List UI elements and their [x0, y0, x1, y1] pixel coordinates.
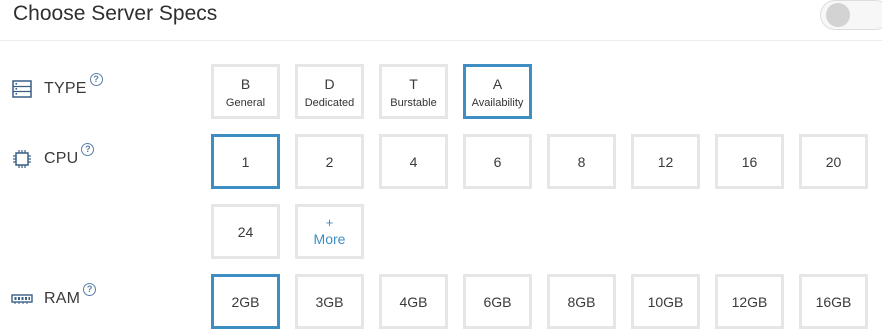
type-option-burstable[interactable]: T Burstable — [379, 64, 448, 119]
section-header: Choose Server Specs — [0, 0, 882, 41]
cpu-option-value: 6 — [493, 153, 502, 170]
type-row-label: TYPE ? — [11, 73, 103, 99]
cpu-option[interactable]: 16 — [715, 134, 784, 189]
ram-option[interactable]: 16GB — [799, 274, 868, 329]
cpu-option[interactable]: 2 — [295, 134, 364, 189]
spec-toggle[interactable] — [820, 0, 882, 30]
ram-option[interactable]: 4GB — [379, 274, 448, 329]
type-option-name: Availability — [471, 96, 524, 109]
ram-label: RAM — [44, 290, 81, 307]
cpu-label: CPU — [44, 150, 79, 167]
ram-option[interactable]: 12GB — [715, 274, 784, 329]
type-option-general[interactable]: B General — [211, 64, 280, 119]
cpu-option[interactable]: 1 — [211, 134, 280, 189]
cpu-option[interactable]: 4 — [379, 134, 448, 189]
ram-option-value: 4GB — [399, 293, 428, 310]
cpu-row-label: CPU ? — [11, 143, 95, 169]
page-title: Choose Server Specs — [13, 2, 218, 25]
ram-option-value: 2GB — [231, 293, 260, 310]
type-label: TYPE — [44, 80, 87, 97]
ram-option-value: 6GB — [483, 293, 512, 310]
ram-option[interactable]: 10GB — [631, 274, 700, 329]
cpu-option-value: 12 — [657, 153, 674, 170]
memory-icon — [11, 289, 33, 309]
cpu-option-value: 2 — [325, 153, 334, 170]
cpu-option[interactable]: 6 — [463, 134, 532, 189]
type-option-letter: T — [409, 75, 418, 92]
cpu-option[interactable]: 24 — [211, 204, 280, 259]
cpu-chip-icon — [11, 149, 33, 169]
cpu-option-value: 24 — [237, 223, 254, 240]
ram-option-value: 3GB — [315, 293, 344, 310]
cpu-option-value: 20 — [825, 153, 842, 170]
type-option-dedicated[interactable]: D Dedicated — [295, 64, 364, 119]
ram-option[interactable]: 2GB — [211, 274, 280, 329]
help-circle-icon[interactable]: ? — [81, 143, 95, 156]
ram-option[interactable]: 6GB — [463, 274, 532, 329]
cpu-option[interactable]: 12 — [631, 134, 700, 189]
ram-option-value: 8GB — [567, 293, 596, 310]
help-circle-icon[interactable]: ? — [89, 73, 103, 86]
toggle-knob — [826, 3, 850, 27]
ram-option[interactable]: 8GB — [547, 274, 616, 329]
plus-icon: + — [325, 215, 334, 230]
ram-option-value: 16GB — [815, 293, 852, 310]
ram-option[interactable]: 3GB — [295, 274, 364, 329]
type-option-letter: B — [240, 75, 251, 92]
type-option-availability[interactable]: A Availability — [463, 64, 532, 119]
type-option-name: Dedicated — [304, 96, 355, 109]
cpu-option[interactable]: 8 — [547, 134, 616, 189]
cpu-option-value: 8 — [577, 153, 586, 170]
cpu-more-button[interactable]: + More — [295, 204, 364, 259]
ram-option-value: 10GB — [647, 293, 684, 310]
more-label: More — [313, 231, 346, 247]
type-option-letter: D — [324, 75, 335, 92]
server-icon — [11, 79, 33, 99]
ram-option-value: 12GB — [731, 293, 768, 310]
ram-row-label: RAM ? — [11, 283, 97, 309]
cpu-option-value: 16 — [741, 153, 758, 170]
type-option-letter: A — [492, 75, 503, 92]
cpu-option-value: 1 — [241, 153, 250, 170]
cpu-option[interactable]: 20 — [799, 134, 868, 189]
type-option-name: Burstable — [390, 96, 437, 109]
help-circle-icon[interactable]: ? — [83, 283, 97, 296]
type-option-name: General — [225, 96, 266, 109]
cpu-option-value: 4 — [409, 153, 418, 170]
